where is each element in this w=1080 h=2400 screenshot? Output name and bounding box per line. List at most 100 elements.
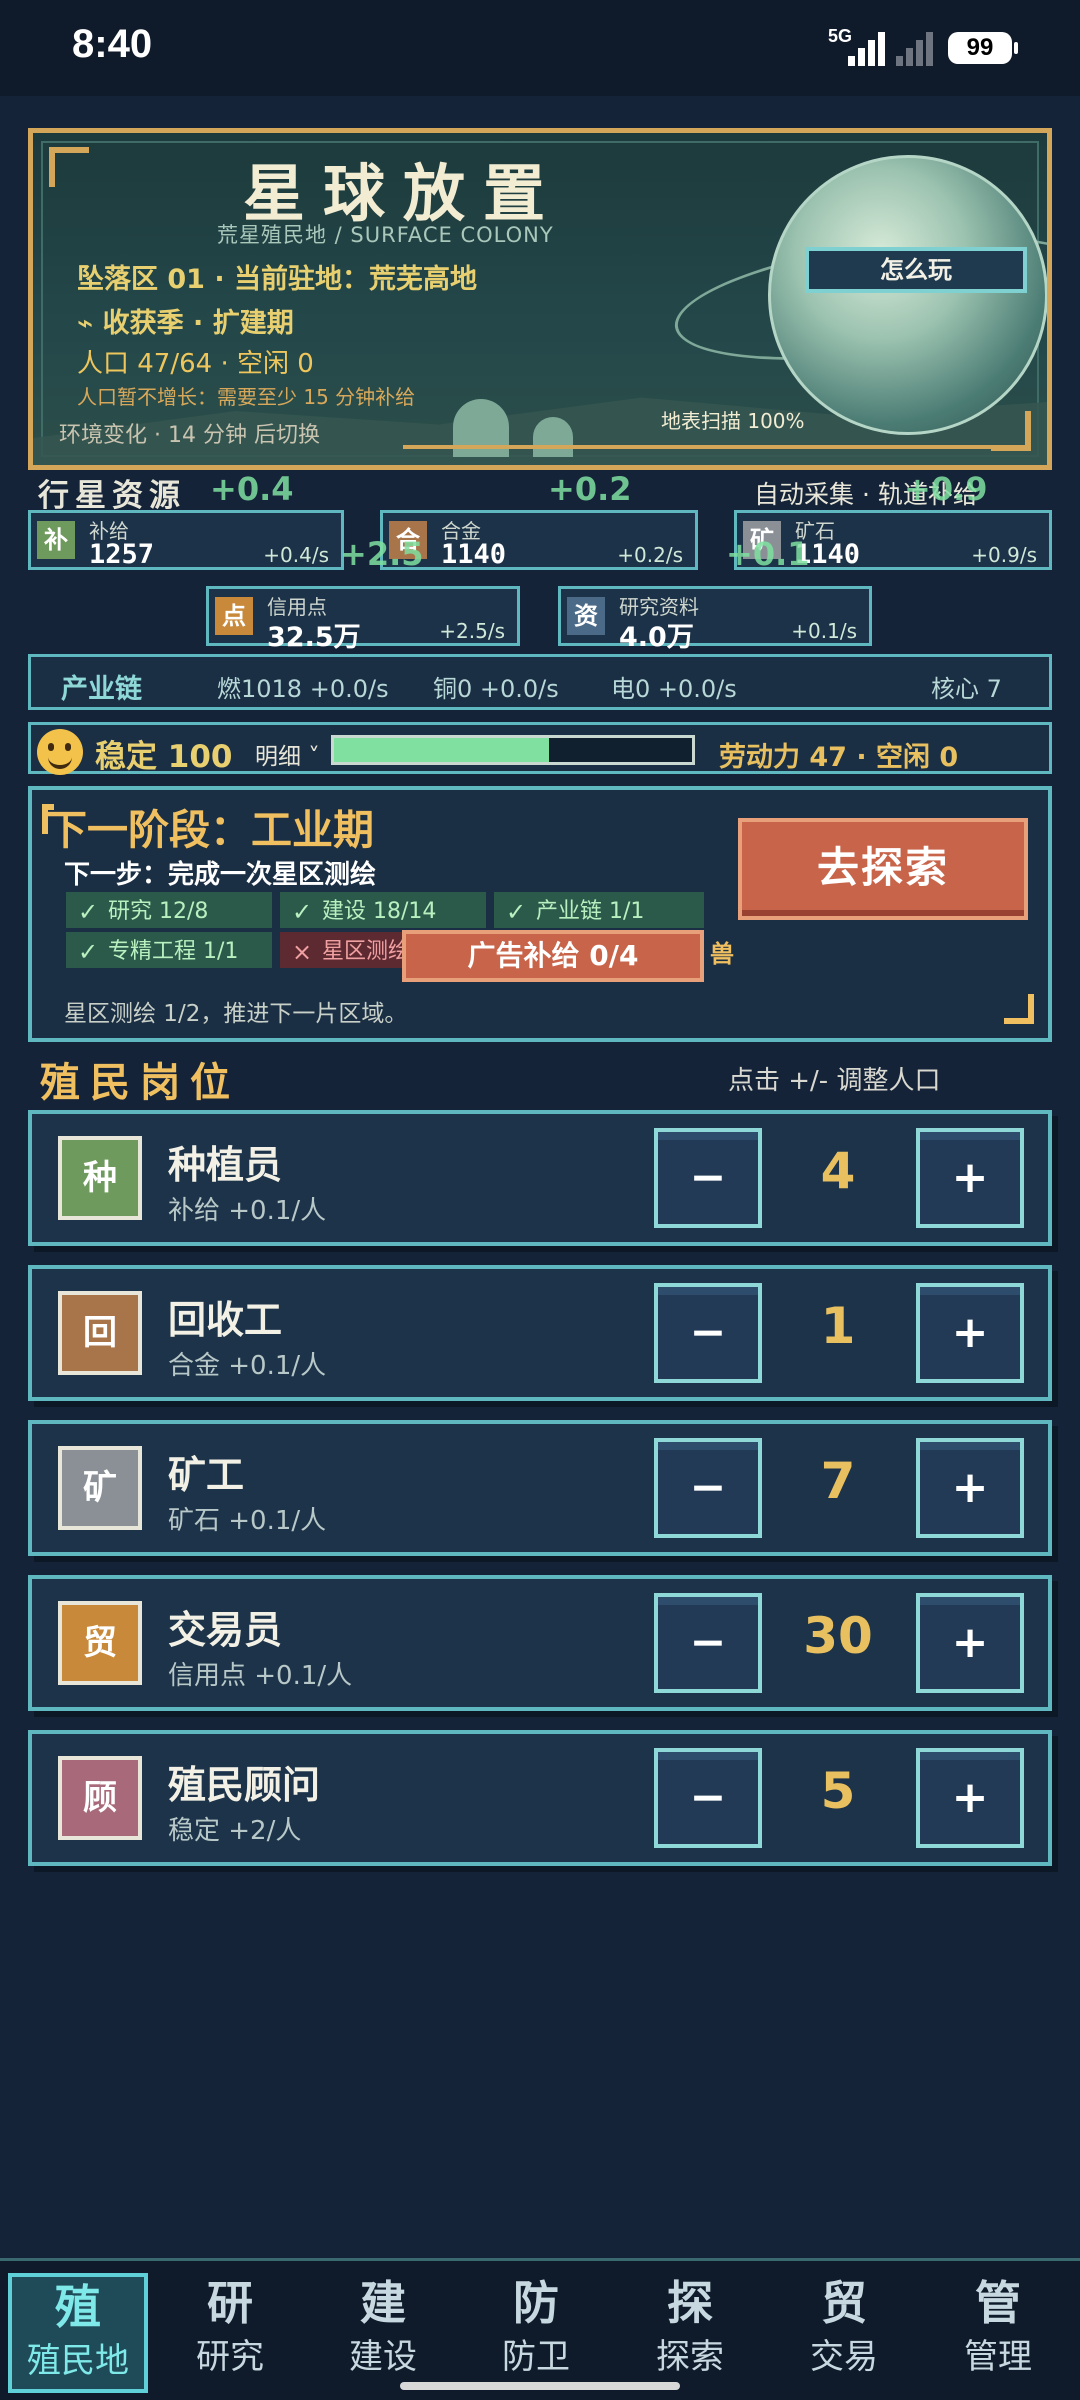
dome-illustration [533, 417, 573, 457]
home-indicator[interactable] [400, 2382, 680, 2390]
float-number: +0.2 [548, 470, 632, 508]
job-row-farmer: 种 种植员 补给 +0.1/人 − 4 + [28, 1110, 1052, 1246]
resource-credits[interactable]: 点 信用点 32.5万 +2.5/s [206, 586, 520, 653]
float-number: +0.9 [904, 470, 988, 508]
job-desc: 合金 +0.1/人 [168, 1351, 327, 1381]
signal-icon [848, 30, 892, 66]
advisor-icon: 顾 [58, 1756, 142, 1840]
resource-alloy[interactable]: 合 合金 1140 +0.2/s [380, 510, 698, 570]
battery-icon: 99 [948, 32, 1018, 64]
float-number: +2.5 [340, 535, 424, 573]
job-row-advisor: 顾 殖民顾问 稳定 +2/人 − 5 + [28, 1730, 1052, 1866]
industry-chain-panel[interactable]: 产业链 燃1018 +0.0/s 铜0 +0.0/s 电0 +0.0/s 核心 … [28, 654, 1052, 710]
tab-build[interactable]: 建建设 [313, 2273, 453, 2393]
tab-colony[interactable]: 殖殖民地 [8, 2273, 148, 2393]
requirement-chip: ✓ 建设 18/14 [280, 892, 486, 928]
job-desc: 矿石 +0.1/人 [168, 1506, 327, 1536]
job-count: 4 [820, 1142, 856, 1200]
stability-panel: 稳定 100 明细 ˅ 劳动力 47 · 空闲 0 [28, 722, 1052, 775]
explore-button[interactable]: 去探索 [738, 818, 1028, 920]
job-name: 回收工 [168, 1298, 283, 1342]
how-to-play-button[interactable]: 怎么玩 [805, 247, 1027, 293]
supply-icon: 补 [37, 521, 75, 559]
stage-title: 下一阶段：工业期 [46, 806, 374, 854]
job-row-miner: 矿 矿工 矿石 +0.1/人 − 7 + [28, 1420, 1052, 1556]
job-desc: 信用点 +0.1/人 [168, 1661, 353, 1691]
job-name: 殖民顾问 [168, 1763, 321, 1807]
core-count: 核心 7 [931, 675, 1002, 703]
decrease-button[interactable]: − [654, 1283, 762, 1383]
power-rate: 电0 +0.0/s [611, 675, 737, 703]
bottom-tab-bar: 殖殖民地 研研究 建建设 防防卫 探探索 贸交易 管管理 [0, 2258, 1080, 2400]
decrease-button[interactable]: − [654, 1128, 762, 1228]
resource-value: 4.0万 [619, 622, 694, 653]
resource-value: 1140 [441, 539, 507, 570]
resource-value: 32.5万 [267, 622, 361, 653]
jobs-hint: 点击 +/- 调整人口 [728, 1066, 941, 1096]
job-count: 30 [803, 1607, 873, 1665]
resource-rate: +0.2/s [617, 543, 683, 567]
stability-bar-fill [334, 738, 549, 762]
job-count: 7 [820, 1452, 856, 1510]
research-data-icon: 资 [567, 597, 605, 635]
resource-rate: +0.9/s [971, 543, 1037, 567]
job-name: 种植员 [168, 1143, 283, 1187]
resources-header: 行星资源 [38, 478, 186, 514]
job-row-recycler: 回 回收工 合金 +0.1/人 − 1 + [28, 1265, 1052, 1401]
increase-button[interactable]: + [916, 1283, 1024, 1383]
resource-rate: +0.4/s [263, 543, 329, 567]
tab-defense[interactable]: 防防卫 [466, 2273, 606, 2393]
status-time: 8:40 [72, 22, 153, 66]
requirement-chip: ✓ 研究 12/8 [66, 892, 272, 928]
population-note: 人口暂不增长：需要至少 15 分钟补给 [77, 385, 416, 409]
job-name: 矿工 [168, 1453, 245, 1497]
signal-secondary-icon [896, 30, 940, 66]
tab-trade[interactable]: 贸交易 [774, 2273, 914, 2393]
season-text: ⌁ 收获季 · 扩建期 [77, 308, 294, 339]
job-count: 5 [820, 1762, 856, 1820]
increase-button[interactable]: + [916, 1748, 1024, 1848]
requirement-chip: ✓ 产业链 1/1 [494, 892, 704, 928]
surface-scan: 地表扫描 100% [661, 409, 805, 433]
jobs-title: 殖民岗位 [40, 1060, 240, 1106]
increase-button[interactable]: + [916, 1438, 1024, 1538]
fuel-rate: 燃1018 +0.0/s [217, 675, 389, 703]
stage-panel: 下一阶段：工业期 下一步：完成一次星区测绘 ✓ 研究 12/8 ✓ 建设 18/14… [28, 786, 1052, 1042]
increase-button[interactable]: + [916, 1128, 1024, 1228]
resource-supply[interactable]: 补 补给 1257 +0.4/s [28, 510, 344, 570]
farmer-icon: 种 [58, 1136, 142, 1220]
next-step: 下一步：完成一次星区测绘 [64, 860, 377, 890]
tab-manage[interactable]: 管管理 [928, 2273, 1068, 2393]
colony-subtitle: 荒星殖民地 / SURFACE COLONY [217, 223, 554, 247]
job-desc: 稳定 +2/人 [168, 1816, 302, 1846]
credits-icon: 点 [215, 597, 253, 635]
recycler-icon: 回 [58, 1291, 142, 1375]
labor-text: 劳动力 47 · 空闲 0 [719, 742, 959, 773]
job-row-trader: 贸 交易员 信用点 +0.1/人 − 30 + [28, 1575, 1052, 1711]
resource-rate: +2.5/s [439, 619, 505, 643]
hero-banner: 星球放置 荒星殖民地 / SURFACE COLONY 坠落区 01 · 当前驻… [28, 128, 1052, 470]
planet-illustration [768, 155, 1047, 435]
stage-note: 星区测绘 1/2，推进下一片区域。 [64, 1001, 408, 1027]
scan-progress-bar [403, 445, 1003, 449]
miner-icon: 矿 [58, 1446, 142, 1530]
trader-icon: 贸 [58, 1601, 142, 1685]
resource-research[interactable]: 资 研究资料 4.0万 +0.1/s [558, 586, 872, 653]
stability-detail-toggle[interactable]: 明细 ˅ [255, 737, 320, 771]
status-bar: 8:40 5G 99 [0, 0, 1080, 96]
smiley-icon [37, 729, 83, 775]
float-number: +0.4 [210, 470, 294, 508]
ad-supply-button[interactable]: 广告补给 0/4 [402, 930, 704, 982]
decrease-button[interactable]: − [654, 1438, 762, 1538]
tab-research[interactable]: 研研究 [160, 2273, 300, 2393]
float-number: +0.1 [726, 535, 810, 573]
decrease-button[interactable]: − [654, 1748, 762, 1848]
copper-rate: 铜0 +0.0/s [433, 675, 559, 703]
decrease-button[interactable]: − [654, 1593, 762, 1693]
tab-explore[interactable]: 探探索 [620, 2273, 760, 2393]
requirement-chip: ✓ 专精工程 1/1 [66, 932, 272, 968]
population-text: 人口 47/64 · 空闲 0 [77, 349, 314, 379]
stability-bar [331, 735, 695, 765]
increase-button[interactable]: + [916, 1593, 1024, 1693]
location-text: 坠落区 01 · 当前驻地：荒芜高地 [77, 264, 478, 295]
